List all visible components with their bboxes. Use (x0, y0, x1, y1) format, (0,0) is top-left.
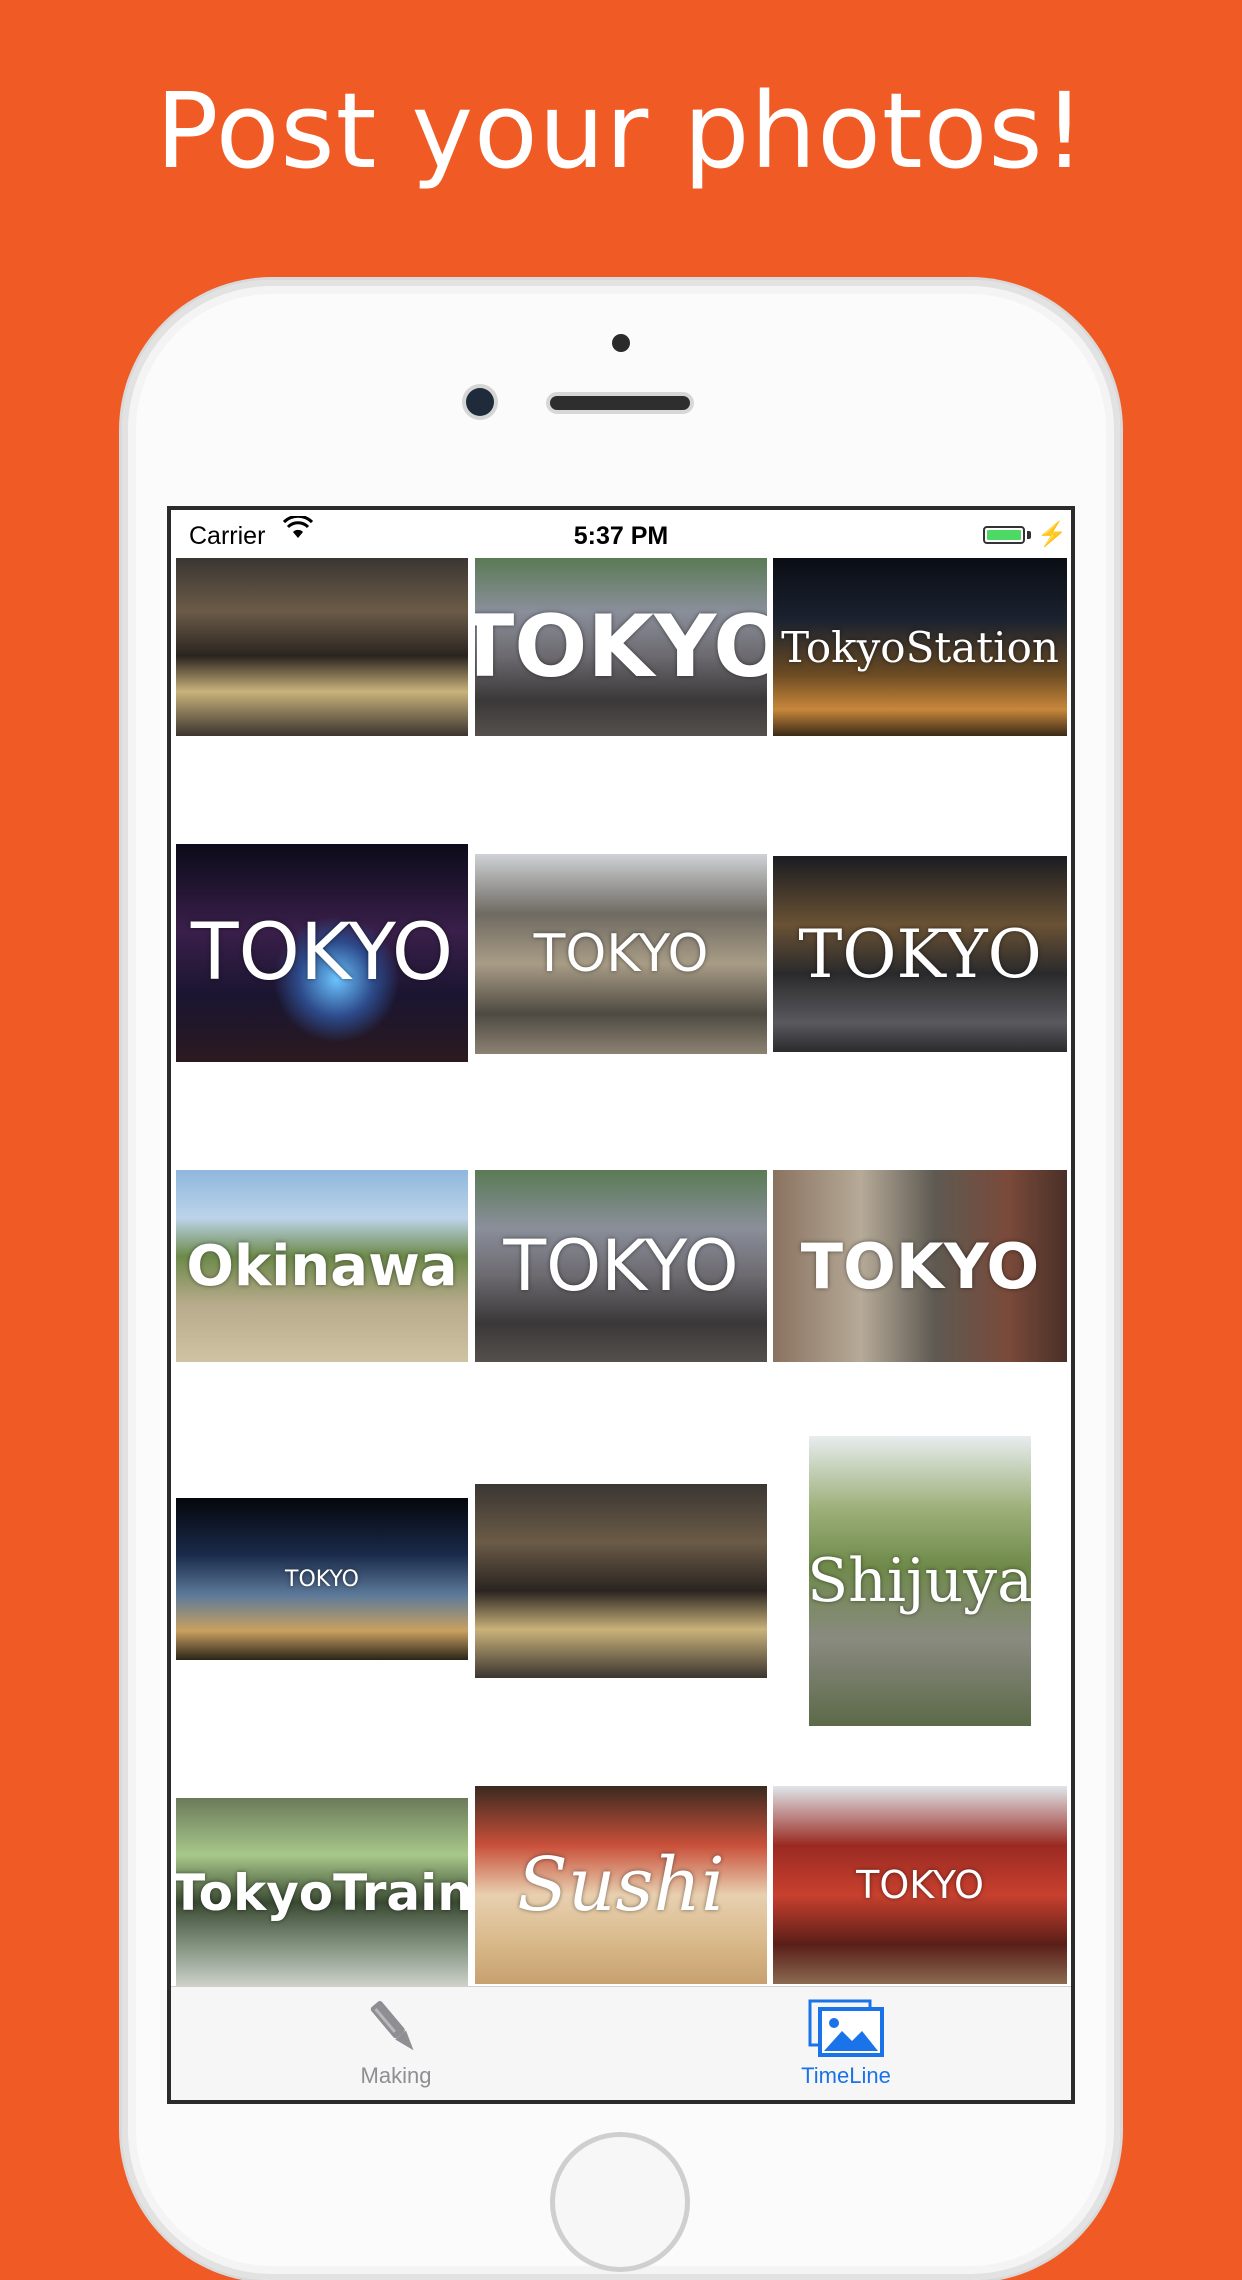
earpiece-speaker (550, 396, 690, 410)
tab-timeline-label: TimeLine (801, 2063, 891, 2088)
photo-tile[interactable]: Sushi (475, 1786, 767, 1984)
photo-tile[interactable]: TOKYO (773, 1170, 1067, 1362)
photo-caption: TokyoTrain (176, 1864, 468, 1922)
battery-icon (983, 526, 1025, 544)
status-bar: Carrier 5:37 PM ⚡ (171, 510, 1071, 558)
photo-tile[interactable]: TOKYO (475, 854, 767, 1054)
photo-caption: TokyoStation (781, 622, 1059, 672)
tab-bar: Making TimeLine (171, 1986, 1071, 2100)
photo-caption: TOKYO (856, 1863, 984, 1907)
photo-tile[interactable]: TOKYO (475, 558, 767, 736)
photo-tile[interactable]: TOKYO (773, 1786, 1067, 1984)
photo-caption: TOKYO (533, 924, 709, 984)
tab-making[interactable]: Making (171, 1987, 621, 2100)
photo-tile[interactable]: TokyoStation (773, 558, 1067, 736)
photo-tile[interactable] (176, 558, 468, 736)
proximity-sensor (612, 334, 630, 352)
photo-caption: TOKYO (800, 1229, 1040, 1303)
status-time: 5:37 PM (573, 522, 669, 550)
photo-tile[interactable]: TOKYO (176, 844, 468, 1062)
charging-bolt-icon: ⚡ (1037, 521, 1067, 548)
photo-tile[interactable]: TOKYO (475, 1170, 767, 1362)
pen-icon (346, 1995, 446, 2066)
headline: Post your photos! (155, 70, 1087, 192)
home-button[interactable] (550, 2132, 690, 2272)
tab-timeline[interactable]: TimeLine (621, 1987, 1071, 2100)
app-screen: Carrier 5:37 PM ⚡ TOKYO TokyoStation TOKYO… (171, 510, 1071, 2100)
photo-caption: TOKYO (503, 1225, 739, 1307)
photo-caption: Sushi (517, 1842, 725, 1928)
photo-caption: TOKYO (285, 1566, 359, 1592)
photo-tile[interactable]: Shijuya (809, 1436, 1031, 1726)
photo-caption: TOKYO (190, 908, 454, 998)
photo-tile[interactable]: Okinawa (176, 1170, 468, 1362)
front-camera (466, 388, 494, 416)
battery-tip (1027, 531, 1031, 539)
photo-caption: TOKYO (475, 597, 767, 697)
photo-tile[interactable] (475, 1484, 767, 1678)
tab-making-label: Making (360, 2063, 432, 2088)
photo-tile[interactable]: TOKYO (773, 856, 1067, 1052)
photo-tile[interactable]: TOKYO (176, 1498, 468, 1660)
photo-tile[interactable]: TokyoTrain (176, 1798, 468, 1988)
photo-caption: Shijuya (809, 1546, 1031, 1616)
photo-gallery-icon (796, 1995, 896, 2066)
photo-caption: TOKYO (798, 915, 1042, 993)
photo-caption: Okinawa (186, 1233, 458, 1299)
